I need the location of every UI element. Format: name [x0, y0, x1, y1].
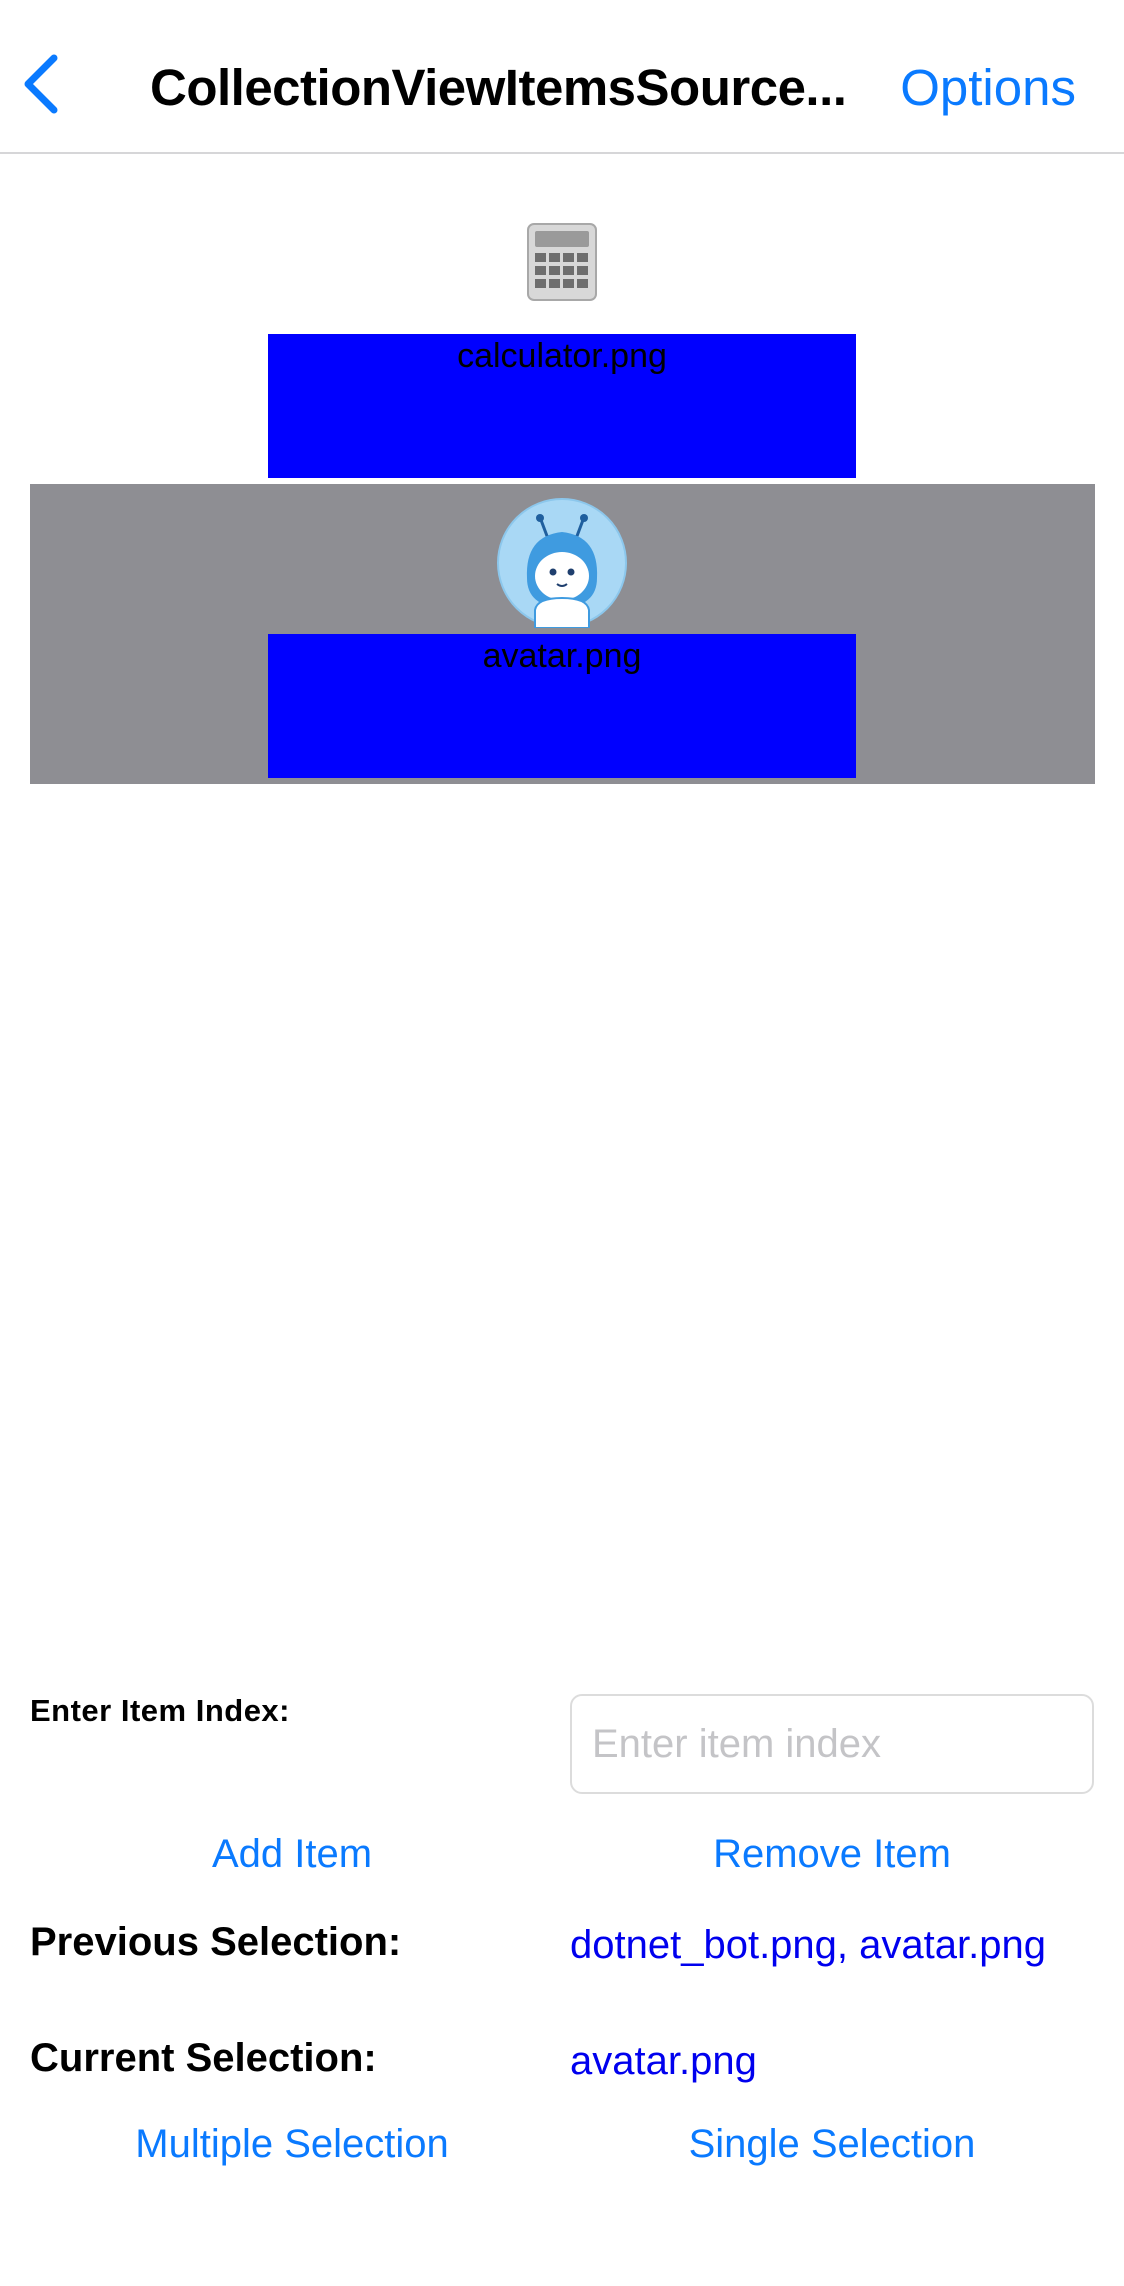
add-item-button[interactable]: Add Item — [22, 1832, 562, 1877]
chevron-left-icon — [24, 54, 58, 114]
multiple-selection-button[interactable]: Multiple Selection — [22, 2122, 562, 2167]
options-button[interactable]: Options — [900, 58, 1076, 117]
item-label: avatar.png — [482, 637, 642, 675]
single-selection-button[interactable]: Single Selection — [562, 2122, 1102, 2167]
collection-item-selected[interactable]: avatar.png — [30, 484, 1095, 784]
item-label: calculator.png — [457, 337, 667, 375]
previous-selection-value: dotnet_bot.png, avatar.png — [570, 1923, 1046, 1967]
back-button[interactable] — [18, 52, 78, 122]
previous-selection-label: Previous Selection: — [30, 1920, 402, 1964]
calculator-icon — [522, 222, 602, 302]
item-index-input[interactable] — [570, 1694, 1094, 1794]
item-label-background: avatar.png — [268, 634, 856, 778]
current-selection-label: Current Selection: — [30, 2036, 377, 2080]
collection-item[interactable]: calculator.png — [30, 184, 1095, 484]
item-index-label: Enter Item Index: — [30, 1693, 290, 1728]
remove-item-button[interactable]: Remove Item — [562, 1832, 1102, 1877]
current-selection-value: avatar.png — [570, 2039, 757, 2083]
item-label-background: calculator.png — [268, 334, 856, 478]
navigation-bar: CollectionViewItemsSource... Options — [0, 0, 1124, 154]
page-title: CollectionViewItemsSource... — [150, 59, 847, 116]
avatar-bot-icon — [497, 498, 627, 629]
